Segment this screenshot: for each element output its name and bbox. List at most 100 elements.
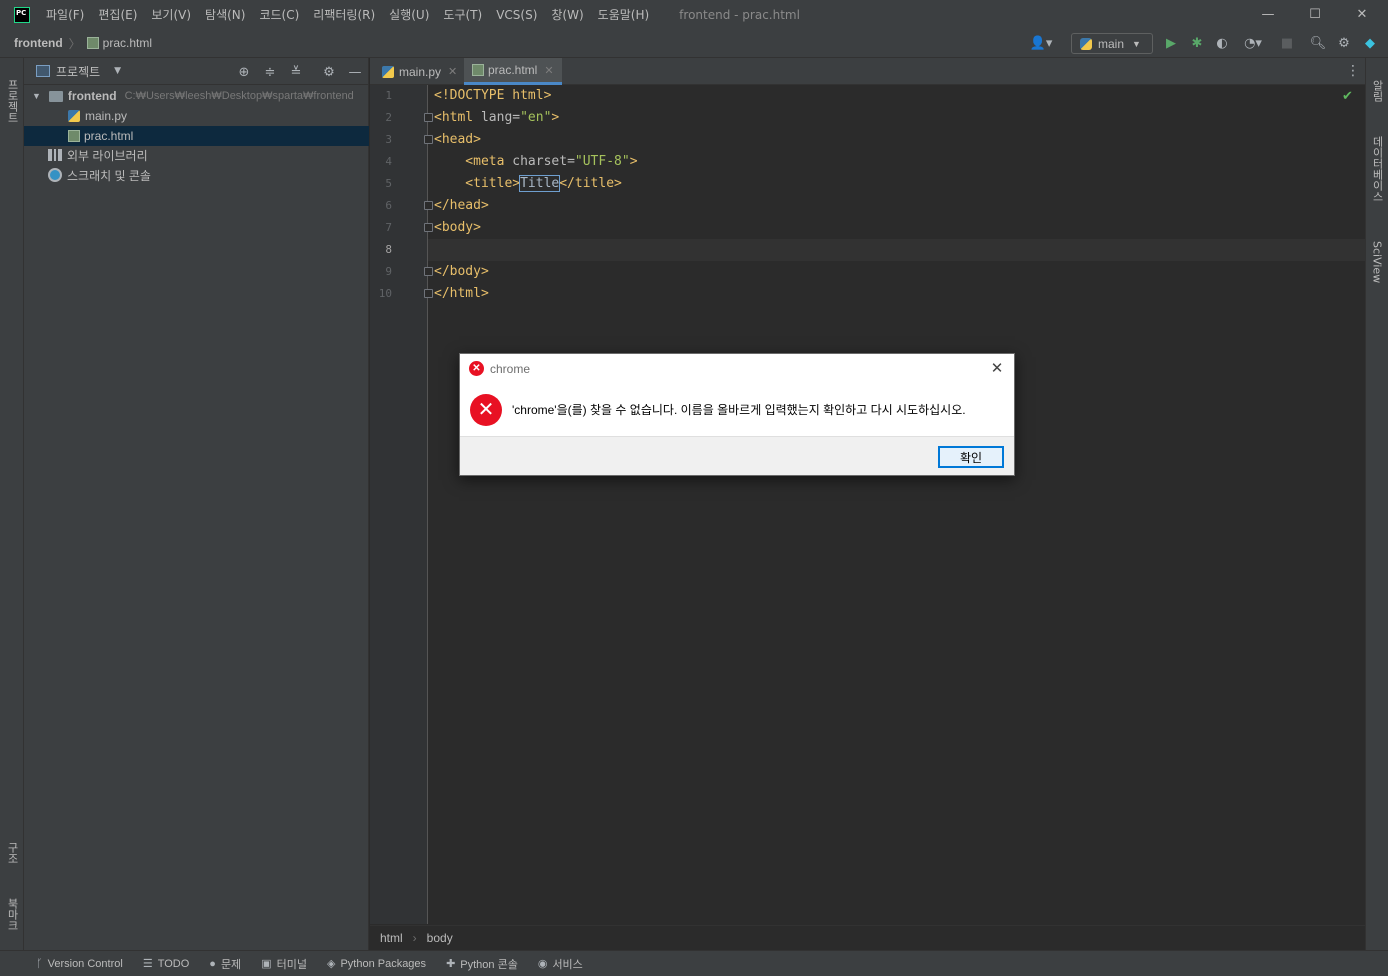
project-view-icon [36, 65, 50, 77]
structure-tool-button[interactable]: 구조 [0, 828, 24, 878]
locate-icon[interactable]: ⊕ [236, 64, 252, 80]
dialog-footer: 확인 [460, 436, 1014, 475]
fold-marker-icon[interactable] [424, 289, 433, 298]
profile-icon[interactable]: ◔▾ [1239, 35, 1267, 51]
fold-marker-icon[interactable] [424, 113, 433, 122]
chevron-down-icon[interactable]: ▼ [32, 91, 41, 101]
sciview-tool-button[interactable]: SciView [1366, 232, 1388, 292]
line-number: 3 [385, 133, 392, 146]
structure-tool-label: 구조 [6, 842, 19, 864]
menu-window[interactable]: 창(W) [551, 6, 583, 23]
run-icon[interactable]: ▶ [1163, 35, 1179, 51]
tree-item-main-py[interactable]: main.py [24, 106, 369, 126]
project-tool-label: 프로젝트 [6, 79, 19, 123]
gear-icon[interactable]: ⚙ [321, 64, 337, 80]
breadcrumb-project[interactable]: frontend [14, 36, 63, 50]
tree-item-prac-html[interactable]: prac.html [24, 126, 369, 146]
menu-help[interactable]: 도움말(H) [598, 6, 650, 23]
more-options-icon[interactable]: ⋮ [1346, 63, 1360, 79]
tab-label: prac.html [488, 63, 538, 77]
menu-tools[interactable]: 도구(T) [443, 6, 482, 23]
line-number: 4 [385, 155, 392, 168]
dialog-body: ✕ 'chrome'을(를) 찾을 수 없습니다. 이름을 올바르게 입력했는지… [460, 383, 1014, 436]
notifications-tool-label: 알림 [1371, 80, 1384, 102]
error-icon: ✕ [469, 361, 484, 376]
no-problems-check-icon[interactable]: ✔ [1342, 89, 1353, 104]
menu-refactor[interactable]: 리팩터링(R) [313, 6, 375, 23]
notifications-tool-button[interactable]: 알림 [1366, 66, 1388, 116]
collapse-all-icon[interactable]: ≚ [288, 64, 304, 80]
run-config-selector[interactable]: main ▼ [1071, 33, 1153, 54]
line-number: 7 [385, 221, 392, 234]
list-icon: ☰ [142, 958, 153, 970]
close-icon[interactable]: ✕ [988, 359, 1006, 377]
close-icon[interactable]: ✕ [448, 65, 457, 78]
expand-all-icon[interactable]: ≑ [262, 64, 278, 80]
version-control-button[interactable]: ᚴ Version Control [36, 958, 123, 970]
close-icon[interactable]: ✕ [544, 64, 553, 77]
python-file-icon [68, 110, 80, 122]
search-icon[interactable]: 🔍︎ [1310, 35, 1327, 51]
terminal-button[interactable]: ▣ 터미널 [261, 956, 307, 972]
tree-item-label: prac.html [84, 129, 134, 143]
debug-icon[interactable]: ✱ [1189, 35, 1205, 51]
code-line: </html> [434, 286, 489, 301]
fold-marker-icon[interactable] [424, 135, 433, 144]
tree-item-label: frontend [67, 89, 117, 103]
minimize-button[interactable]: — [1245, 0, 1291, 29]
menu-edit[interactable]: 편집(E) [98, 6, 137, 23]
window-title: frontend - prac.html [679, 7, 800, 22]
tree-item-external-libraries[interactable]: 외부 라이브러리 [24, 145, 369, 165]
breadcrumb-file[interactable]: prac.html [86, 36, 153, 50]
close-window-button[interactable]: ✕ [1339, 0, 1385, 29]
tree-item-frontend[interactable]: ▼ frontend C:₩Users₩leesh₩Desktop₩sparta… [24, 86, 369, 106]
breadcrumb-file-label: prac.html [102, 36, 153, 50]
menu-file[interactable]: 파일(F) [46, 6, 84, 23]
maximize-button[interactable]: ☐ [1292, 0, 1338, 29]
html-file-icon [68, 130, 80, 142]
line-number: 8 [385, 243, 392, 256]
left-tool-stripe: 프로젝트 구조 북마크 [0, 58, 24, 950]
tree-item-label: 스크래치 및 콘솔 [67, 168, 151, 183]
breadcrumb-body[interactable]: body [427, 931, 453, 945]
menu-code[interactable]: 코드(C) [259, 6, 299, 23]
menu-navigate[interactable]: 탐색(N) [205, 6, 245, 23]
database-tool-label: 데이터베이스 [1371, 136, 1384, 202]
project-panel-title[interactable]: 프로젝트 [56, 63, 100, 80]
navigation-bar: frontend 〉 prac.html 👤▾ main ▼ ▶ ✱ ◐ ◔▾ … [0, 29, 1388, 58]
problems-button[interactable]: ● 문제 [209, 956, 241, 972]
jetbrains-icon[interactable]: ◆ [1362, 35, 1378, 51]
fold-marker-icon[interactable] [424, 201, 433, 210]
ok-button[interactable]: 확인 [938, 446, 1004, 468]
editor-tabs: main.py ✕ prac.html ✕ ⋮ [370, 58, 1365, 85]
services-icon: ◉ [537, 958, 548, 970]
branch-icon: ᚴ [36, 957, 43, 970]
database-tool-button[interactable]: 데이터베이스 [1366, 124, 1388, 214]
python-console-icon: ✚ [446, 958, 456, 970]
code-editor[interactable]: 1 2 3 4 5 6 7 8 9 10 <!DOCTYPE html> <ht… [370, 85, 1365, 924]
services-button[interactable]: ◉ 서비스 [538, 956, 583, 972]
menu-vcs[interactable]: VCS(S) [496, 8, 537, 22]
bookmarks-tool-button[interactable]: 북마크 [0, 884, 24, 944]
fold-marker-icon[interactable] [424, 267, 433, 276]
gear-icon[interactable]: ⚙ [1336, 35, 1352, 51]
hide-panel-icon[interactable]: — [347, 64, 363, 80]
python-packages-button[interactable]: ◈ Python Packages [327, 957, 426, 971]
fold-marker-icon[interactable] [424, 223, 433, 232]
chevron-down-icon[interactable]: ▼ [114, 66, 121, 76]
tab-prac-html[interactable]: prac.html ✕ [464, 58, 562, 85]
project-tool-button[interactable]: 프로젝트 [0, 66, 24, 136]
tree-item-scratches[interactable]: 스크래치 및 콘솔 [24, 165, 369, 185]
dialog-titlebar: ✕ chrome ✕ [460, 354, 1014, 383]
menu-run[interactable]: 실행(U) [389, 6, 429, 23]
stop-icon: ■ [1280, 35, 1294, 51]
python-console-button[interactable]: ✚ Python 콘솔 [446, 956, 518, 972]
breadcrumb-html[interactable]: html [380, 931, 403, 945]
user-icon[interactable]: 👤▾ [1028, 35, 1054, 51]
menu-view[interactable]: 보기(V) [151, 6, 191, 23]
coverage-icon[interactable]: ◐ [1214, 35, 1230, 51]
run-config-label: main [1098, 36, 1125, 51]
tree-item-path: C:₩Users₩leesh₩Desktop₩sparta₩frontend [124, 90, 354, 102]
todo-button[interactable]: ☰ TODO [142, 957, 189, 971]
tab-main-py[interactable]: main.py ✕ [374, 58, 465, 85]
